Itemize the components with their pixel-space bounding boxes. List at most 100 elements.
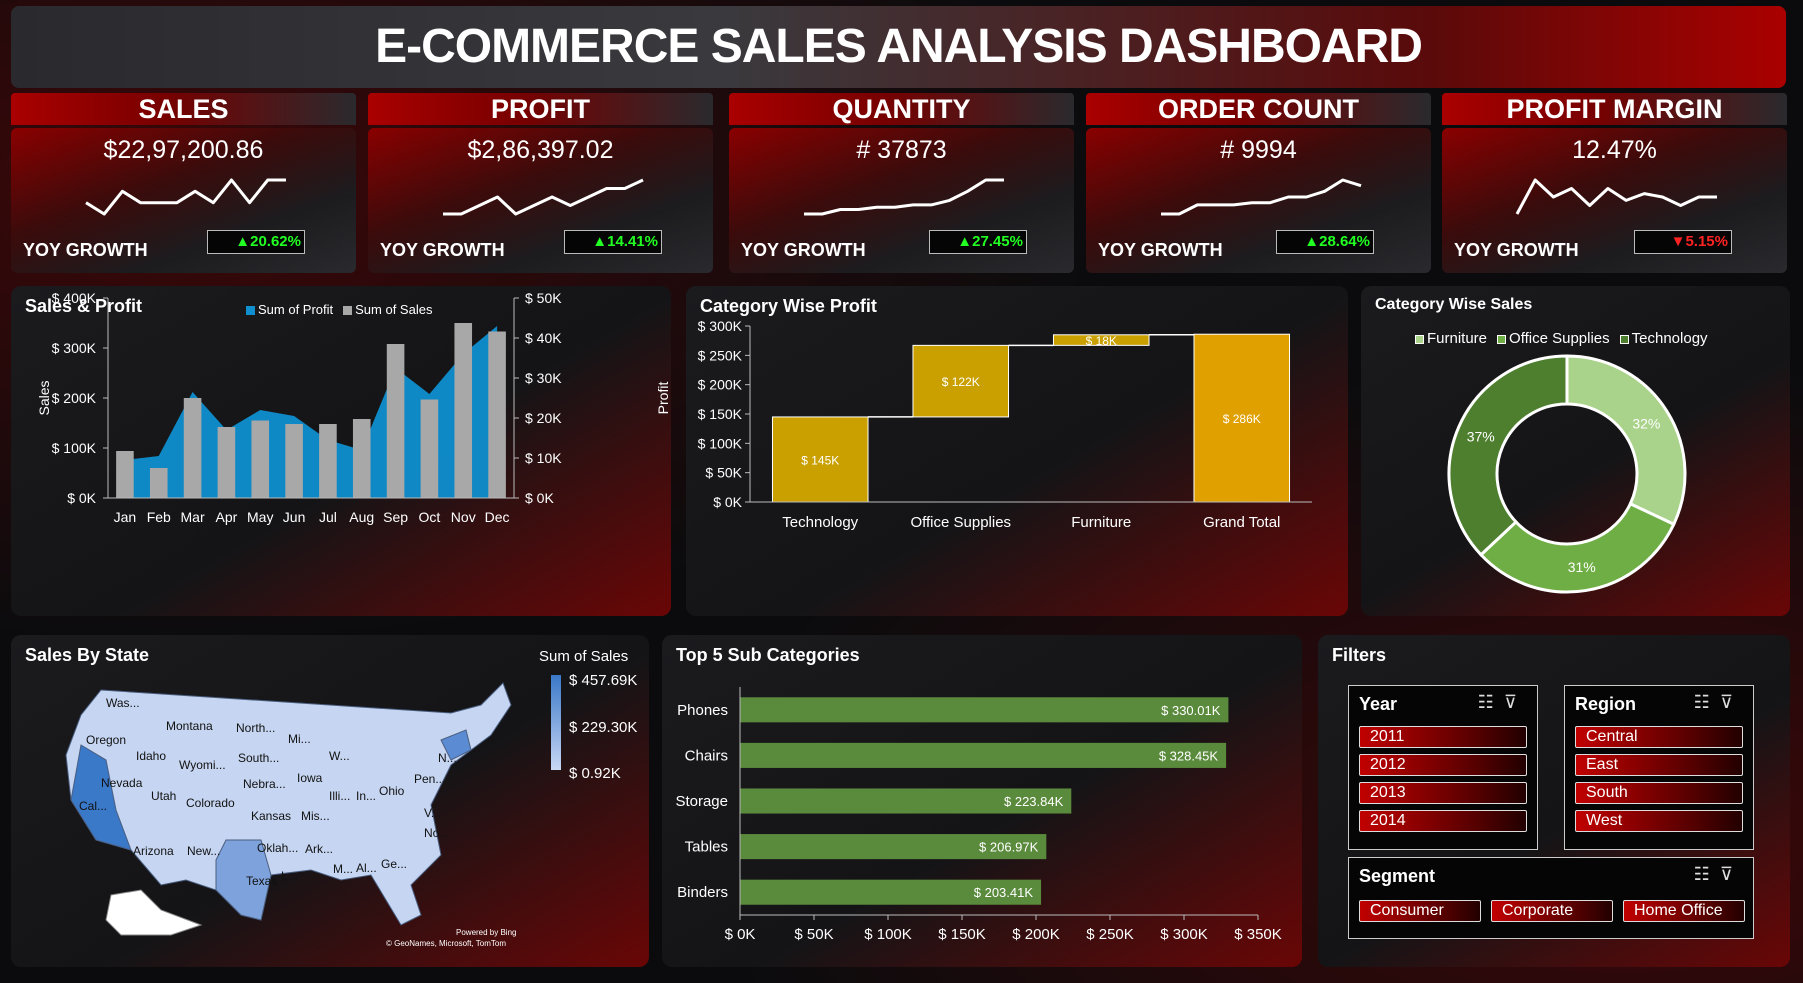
kpi-value: $2,86,397.02	[467, 136, 614, 164]
data-label: $ 286K	[1223, 412, 1261, 426]
x-tick-label: $ 150K	[938, 926, 986, 943]
kpi-value: # 37873	[856, 136, 947, 164]
x-tick-label: Jan	[114, 509, 137, 525]
state-label: W...	[329, 749, 350, 763]
y-tick-label: $ 100K	[698, 435, 743, 451]
x-tick-label: $ 300K	[1160, 926, 1208, 943]
segment-slicer: Segment ☷⊽ Consumer Corporate Home Offic…	[1348, 857, 1754, 939]
region-option-east[interactable]: East	[1575, 754, 1743, 776]
slicer-header: Year	[1359, 694, 1398, 714]
y-tick-label: $ 300K	[698, 318, 743, 334]
state-label: Oregon	[86, 733, 126, 747]
y-tick-label: $ 100K	[52, 440, 97, 456]
kpi-value: # 9994	[1220, 136, 1297, 164]
y-tick-label: Storage	[675, 793, 728, 810]
x-tick-label: Apr	[216, 509, 238, 525]
y-tick-label: $ 300K	[52, 340, 97, 356]
data-label: $ 330.01K	[1161, 703, 1221, 718]
kpi-body: $2,86,397.02 YOY GROWTH ▲14.41%	[368, 128, 713, 273]
kpi-quantity: QUANTITY # 37873 YOY GROWTH ▲27.45%	[729, 93, 1074, 273]
y-tick-label: $ 400K	[52, 290, 97, 306]
segment-option-corporate[interactable]: Corporate	[1491, 900, 1613, 922]
clear-filter-icon[interactable]: ⊽	[1720, 692, 1743, 712]
title-bar: E-COMMERCE SALES ANALYSIS DASHBOARD	[11, 6, 1786, 88]
map-legend-mid: $ 229.30K	[569, 719, 637, 736]
x-tick-label: $ 0K	[725, 926, 756, 943]
kpi-sparkline	[1515, 178, 1717, 215]
region-option-south[interactable]: South	[1575, 782, 1743, 804]
category-profit-panel: Category Wise Profit $ 145K Technology $ 1…	[686, 286, 1348, 616]
year-option-2014[interactable]: 2014	[1359, 810, 1527, 832]
slicer-header: Segment	[1359, 866, 1436, 886]
x-tick-label: Jul	[319, 509, 337, 525]
x-tick-label: Dec	[485, 509, 510, 525]
state-label: Mis...	[301, 809, 330, 823]
state-label: Texas	[246, 874, 277, 888]
sparkline-path	[443, 178, 644, 216]
kpi-yoy-badge: ▲20.62%	[207, 230, 305, 254]
sparkline-path	[804, 178, 1004, 216]
slicer-toolbar: ☷⊽	[1694, 864, 1743, 885]
page-title: E-COMMERCE SALES ANALYSIS DASHBOARD	[375, 20, 1423, 73]
y-tick-label: $ 0K	[67, 490, 96, 506]
y-tick-label: $ 150K	[698, 406, 743, 422]
us-map[interactable]: Was... Montana North... Mi... Oregon Idaho Wyo…	[11, 635, 649, 967]
state-label: Al...	[356, 861, 377, 875]
kpi-profit: PROFIT $2,86,397.02 YOY GROWTH ▲14.41%	[368, 93, 713, 273]
kpi-sparkline	[85, 178, 286, 216]
subcategory-bar	[740, 697, 1229, 723]
data-label: $ 223.84K	[1004, 794, 1064, 809]
map-legend-title: Sum of Sales	[539, 648, 628, 665]
sales-profit-chart: $ 0K $ 100K $ 200K $ 300K $ 400K $ 0K $ 10K $ 2…	[36, 290, 671, 525]
kpi-yoy-label: YOY GROWTH	[741, 240, 866, 260]
year-option-2013[interactable]: 2013	[1359, 782, 1527, 804]
kpi-body: # 37873 YOY GROWTH ▲27.45%	[729, 128, 1074, 273]
multi-select-icon[interactable]: ☷	[1478, 692, 1504, 712]
state-label: Arizona	[133, 844, 174, 858]
state-label: Idaho	[136, 749, 166, 763]
x-tick-label: Feb	[147, 509, 171, 525]
region-option-west[interactable]: West	[1575, 810, 1743, 832]
map-legend-scale	[551, 675, 561, 770]
state-label: Pen...	[414, 772, 445, 786]
y-tick-label: Tables	[685, 839, 728, 856]
x-tick-label: Technology	[782, 514, 858, 531]
year-option-2011[interactable]: 2011	[1359, 726, 1527, 748]
segment-option-consumer[interactable]: Consumer	[1359, 900, 1481, 922]
dashboard: E-COMMERCE SALES ANALYSIS DASHBOARD SALE…	[0, 0, 1803, 983]
sales-bar	[319, 424, 337, 498]
top-subcategories-panel: Top 5 Sub Categories $ 330.01K Phones $ 32…	[662, 635, 1302, 967]
kpi-sparkline	[1161, 178, 1362, 216]
x-tick-label: $ 50K	[794, 926, 833, 943]
sales-bar	[183, 398, 202, 498]
kpi-body: # 9994 YOY GROWTH ▲28.64%	[1086, 128, 1431, 273]
multi-select-icon[interactable]: ☷	[1694, 692, 1720, 712]
clear-filter-icon[interactable]: ⊽	[1720, 864, 1743, 884]
clear-filter-icon[interactable]: ⊽	[1504, 692, 1527, 712]
state-label: Mi...	[288, 732, 311, 746]
y-tick-label: $ 50K	[705, 465, 742, 481]
year-slicer: Year ☷⊽ 2011 2012 2013 2014	[1348, 685, 1538, 850]
kpi-yoy-label: YOY GROWTH	[1098, 240, 1223, 260]
map-legend-min: $ 0.92K	[569, 765, 621, 782]
state-label: Ark...	[305, 842, 333, 856]
region-option-central[interactable]: Central	[1575, 726, 1743, 748]
y-tick-label: $ 250K	[698, 347, 743, 363]
x-tick-label: Grand Total	[1203, 514, 1280, 531]
kpi-sparkline	[443, 178, 644, 216]
kpi-label: PROFIT	[368, 93, 713, 125]
state-label: Kansas	[251, 809, 291, 823]
y-tick-label: Phones	[677, 702, 728, 719]
multi-select-icon[interactable]: ☷	[1694, 864, 1720, 884]
sales-bar	[149, 468, 168, 498]
sales-bar	[285, 424, 303, 498]
data-label: $ 145K	[801, 453, 839, 467]
segment-option-home-office[interactable]: Home Office	[1623, 900, 1745, 922]
donut-slice	[1565, 354, 1687, 527]
kpi-label: PROFIT MARGIN	[1442, 93, 1787, 125]
state-label: Utah	[151, 789, 176, 803]
y-tick-label: $ 200K	[52, 390, 97, 406]
year-option-2012[interactable]: 2012	[1359, 754, 1527, 776]
y2-tick-label: $ 0K	[525, 490, 554, 506]
data-label: 32%	[1632, 416, 1660, 432]
